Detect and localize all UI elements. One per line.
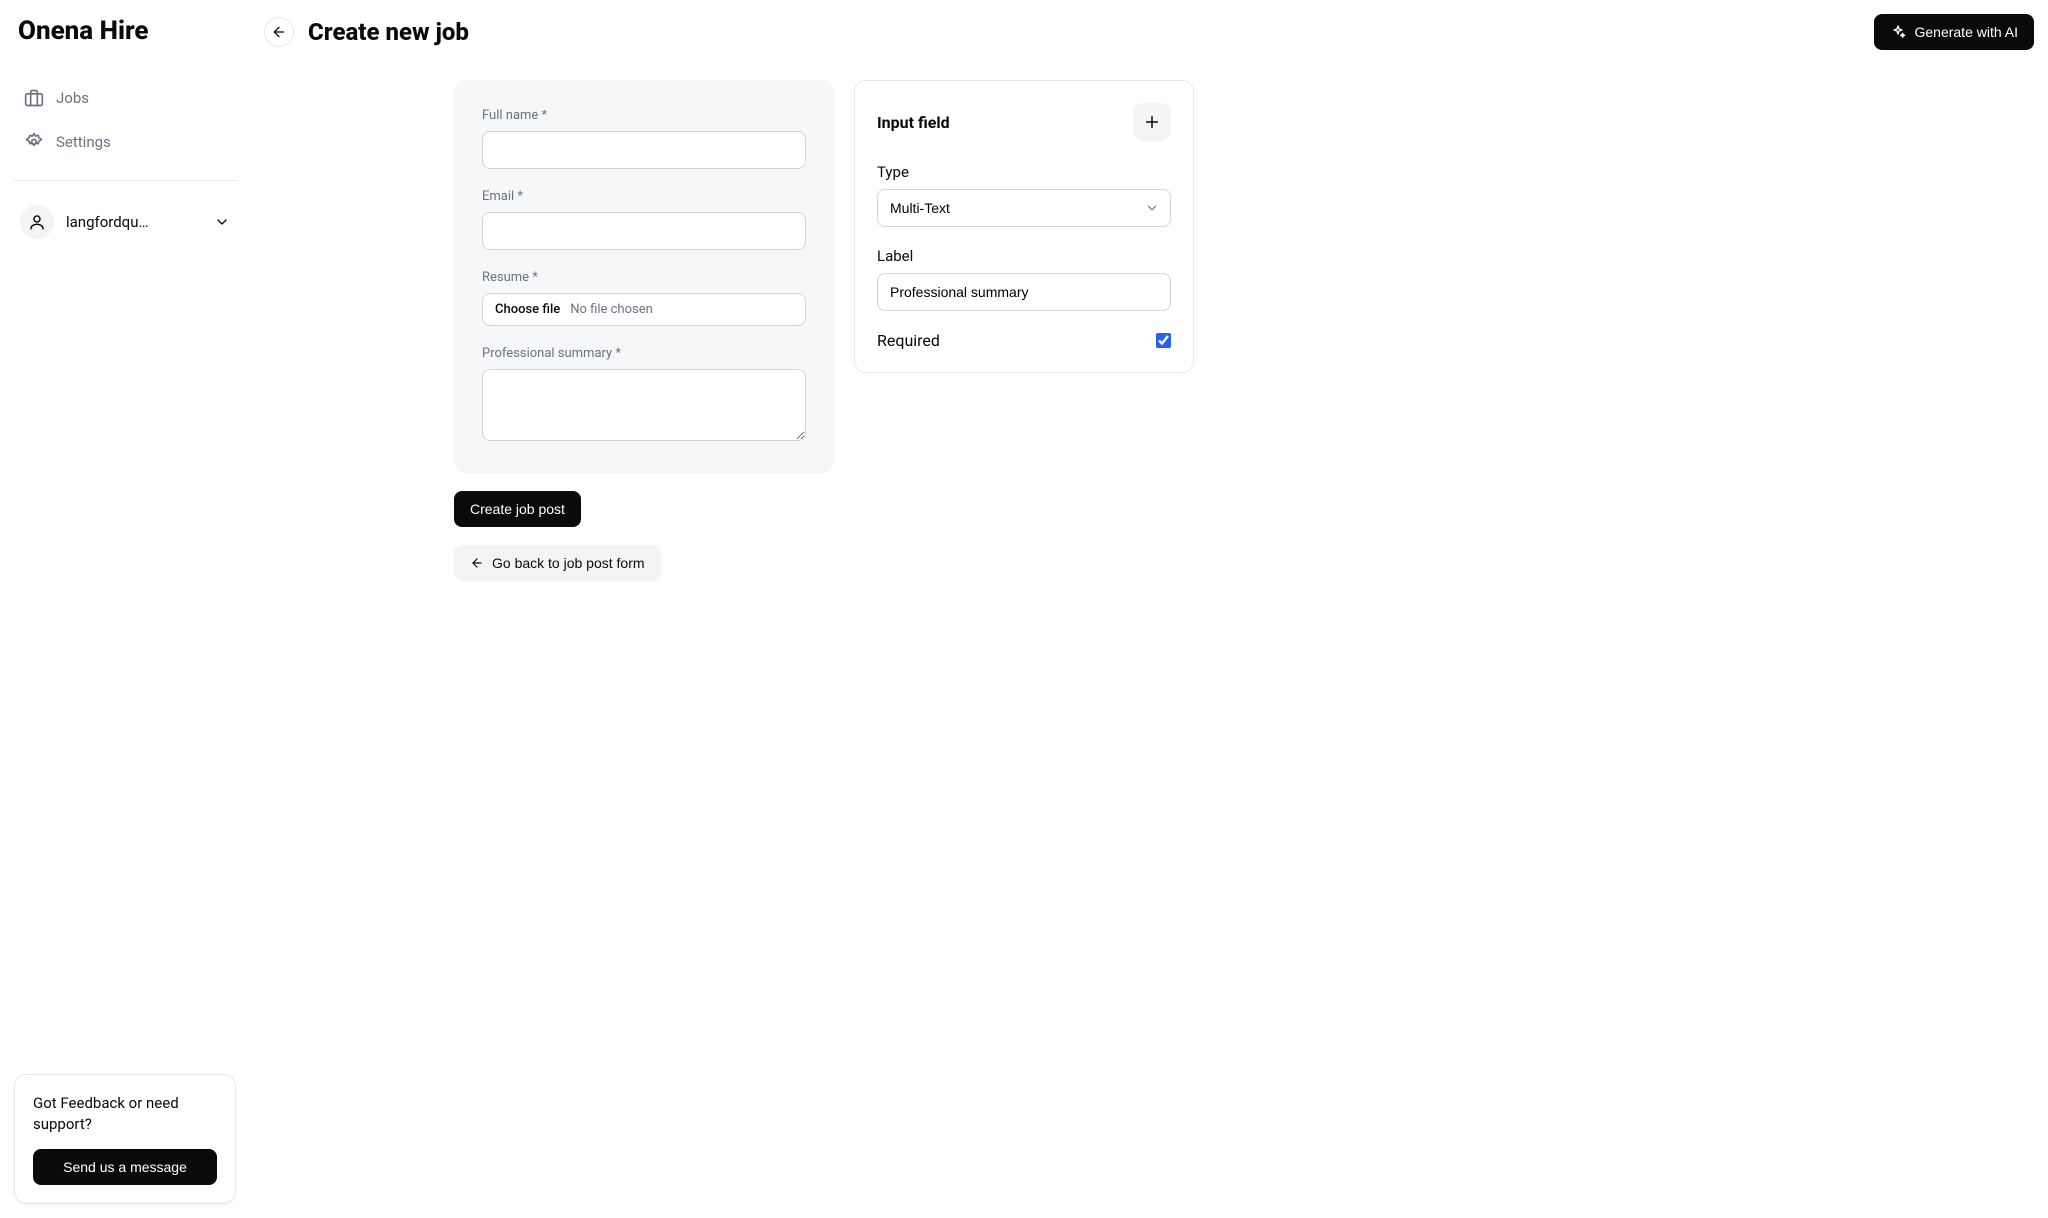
ai-button-label: Generate with AI bbox=[1914, 24, 2018, 40]
go-back-form-button[interactable]: Go back to job post form bbox=[454, 545, 661, 581]
config-title: Input field bbox=[877, 113, 950, 132]
type-label: Type bbox=[877, 163, 1171, 181]
required-label: Required bbox=[877, 331, 940, 350]
config-panel: Input field Type Label bbox=[854, 80, 1194, 373]
sidebar-item-jobs[interactable]: Jobs bbox=[14, 78, 236, 118]
main: Create new job Generate with AI Full nam… bbox=[250, 0, 2048, 1218]
summary-label: Professional summary * bbox=[482, 346, 806, 361]
email-input[interactable] bbox=[482, 212, 806, 250]
user-name: langfordqu… bbox=[66, 213, 202, 231]
resume-file-input[interactable]: Choose file No file chosen bbox=[482, 293, 806, 326]
form-preview: Full name * Email * Resume * Choose file… bbox=[454, 80, 834, 473]
sidebar-item-settings[interactable]: Settings bbox=[14, 122, 236, 162]
plus-icon bbox=[1143, 113, 1161, 131]
back-button[interactable] bbox=[264, 17, 294, 47]
create-job-button[interactable]: Create job post bbox=[454, 491, 581, 527]
summary-textarea[interactable] bbox=[482, 369, 806, 441]
add-field-button[interactable] bbox=[1133, 103, 1171, 141]
topbar: Create new job Generate with AI bbox=[264, 14, 2034, 50]
sidebar: Onena Hire Jobs Settings langfordqu… bbox=[0, 0, 250, 1218]
arrow-left-icon bbox=[271, 24, 287, 40]
sidebar-item-label: Settings bbox=[56, 133, 111, 151]
sparkles-icon bbox=[1890, 24, 1906, 40]
app-logo: Onena Hire bbox=[14, 16, 236, 46]
type-select[interactable] bbox=[877, 189, 1171, 227]
generate-ai-button[interactable]: Generate with AI bbox=[1874, 14, 2034, 50]
briefcase-icon bbox=[24, 88, 44, 108]
user-menu[interactable]: langfordqu… bbox=[14, 199, 236, 245]
feedback-prompt: Got Feedback or need support? bbox=[33, 1093, 217, 1135]
arrow-left-icon bbox=[470, 556, 484, 570]
file-choose-label: Choose file bbox=[495, 302, 560, 317]
go-back-label: Go back to job post form bbox=[492, 555, 645, 571]
full-name-input[interactable] bbox=[482, 131, 806, 169]
feedback-card: Got Feedback or need support? Send us a … bbox=[14, 1074, 236, 1204]
label-label: Label bbox=[877, 247, 1171, 265]
resume-label: Resume * bbox=[482, 270, 806, 285]
divider bbox=[14, 180, 236, 181]
file-none-label: No file chosen bbox=[570, 302, 653, 317]
page-title: Create new job bbox=[308, 18, 469, 46]
label-input[interactable] bbox=[877, 273, 1171, 311]
sidebar-item-label: Jobs bbox=[56, 89, 89, 107]
chevron-down-icon bbox=[214, 214, 230, 230]
gear-icon bbox=[24, 132, 44, 152]
nav: Jobs Settings bbox=[14, 78, 236, 162]
avatar bbox=[20, 205, 54, 239]
required-checkbox[interactable] bbox=[1156, 333, 1171, 348]
email-label: Email * bbox=[482, 189, 806, 204]
feedback-button[interactable]: Send us a message bbox=[33, 1149, 217, 1185]
full-name-label: Full name * bbox=[482, 108, 806, 123]
